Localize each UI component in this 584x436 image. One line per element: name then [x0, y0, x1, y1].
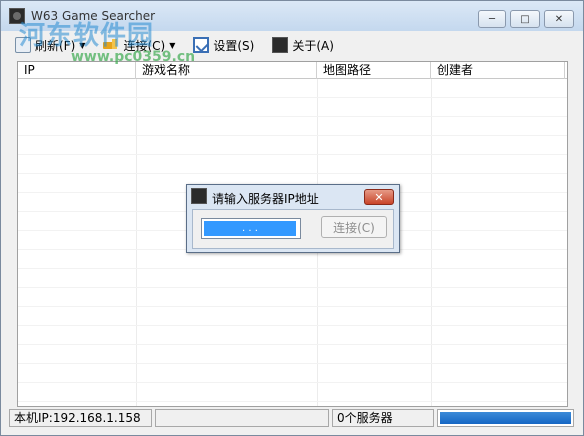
- about-label: 关于(A): [292, 38, 334, 53]
- status-middle: [155, 409, 329, 427]
- status-progress-bar: [437, 409, 574, 427]
- status-server-count: 0个服务器: [332, 409, 434, 427]
- column-header-creator[interactable]: 创建者: [431, 62, 565, 79]
- dialog-connect-button[interactable]: 连接(C): [321, 216, 387, 238]
- main-window: W63 Game Searcher ─ □ ✕ 刷新(F) ▼ 连接(C) ▼ …: [0, 0, 584, 436]
- column-header-map-path[interactable]: 地图路径: [317, 62, 431, 79]
- server-ip-dialog: 请输入服务器IP地址 ✕ . . . 连接(C): [186, 184, 400, 253]
- progress-fill: [440, 412, 571, 424]
- ip-address-input[interactable]: . . .: [201, 218, 301, 239]
- watermark-url: www.pc0359.cn: [71, 49, 196, 65]
- about-icon: [272, 37, 289, 53]
- status-local-ip: 本机IP:192.168.1.158: [9, 409, 152, 427]
- dialog-close-button[interactable]: ✕: [364, 189, 394, 205]
- maximize-button[interactable]: □: [510, 10, 540, 28]
- about-button[interactable]: 关于(A): [272, 37, 334, 54]
- dialog-title: 请输入服务器IP地址: [212, 192, 319, 206]
- app-icon: [191, 188, 207, 204]
- status-bar: 本机IP:192.168.1.158 0个服务器: [9, 409, 577, 429]
- settings-button[interactable]: 设置(S): [193, 37, 254, 54]
- ip-address-value: . . .: [204, 221, 296, 236]
- settings-label: 设置(S): [213, 38, 255, 53]
- watermark-text: 河东软件园: [19, 21, 155, 51]
- settings-icon: [193, 37, 210, 53]
- close-button[interactable]: ✕: [544, 10, 574, 28]
- dialog-title-bar[interactable]: 请输入服务器IP地址 ✕: [187, 185, 399, 209]
- minimize-button[interactable]: ─: [478, 10, 506, 28]
- dialog-body: . . . 连接(C): [192, 209, 394, 249]
